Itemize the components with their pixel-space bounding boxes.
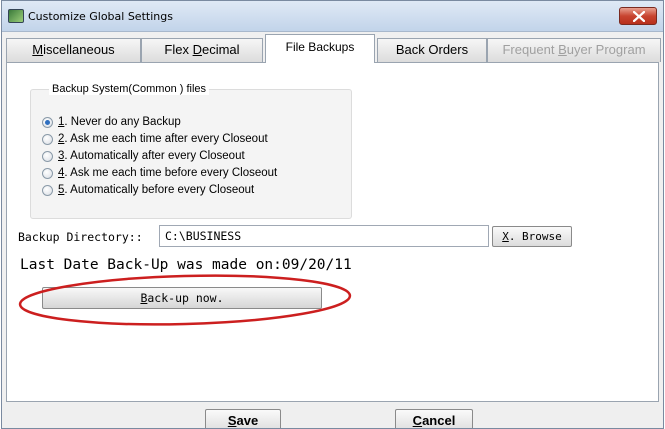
- window-title: Customize Global Settings: [28, 10, 173, 23]
- radio-option-2[interactable]: 2. Ask me each time after every Closeout: [42, 132, 268, 146]
- radio-button[interactable]: [42, 133, 53, 145]
- tab-strip: Miscellaneous Flex Decimal File Backups …: [6, 34, 661, 63]
- backup-now-button[interactable]: Back-up now.: [42, 287, 322, 309]
- radio-option-4[interactable]: 4. Ask me each time before every Closeou…: [42, 166, 277, 180]
- radio-option-3[interactable]: 3. Automatically after every Closeout: [42, 149, 245, 163]
- backup-directory-label: Backup Directory::: [18, 230, 143, 244]
- tab-back-orders[interactable]: Back Orders: [377, 38, 487, 62]
- group-title: Backup System(Common ) files: [49, 83, 210, 95]
- tab-miscellaneous[interactable]: Miscellaneous: [6, 38, 141, 62]
- tab-frequent-buyer-program: Frequent Buyer Program: [487, 38, 661, 62]
- close-button[interactable]: [619, 7, 657, 25]
- save-button[interactable]: Save: [205, 409, 281, 428]
- radio-button[interactable]: [42, 150, 53, 162]
- close-icon: [633, 11, 645, 22]
- radio-button[interactable]: [42, 116, 53, 128]
- radio-option-5[interactable]: 5. Automatically before every Closeout: [42, 183, 254, 197]
- title-bar[interactable]: Customize Global Settings: [2, 1, 663, 32]
- button-bar: [2, 403, 663, 428]
- radio-button[interactable]: [42, 167, 53, 179]
- last-backup-date: Last Date Back-Up was made on:09/20/11: [20, 257, 352, 273]
- app-icon: [8, 9, 24, 23]
- browse-button[interactable]: X. Browse: [492, 226, 572, 247]
- cancel-button[interactable]: Cancel: [395, 409, 473, 428]
- backup-directory-field[interactable]: C:\BUSINESS: [159, 225, 489, 247]
- radio-option-1[interactable]: 1. Never do any Backup: [42, 115, 181, 129]
- tab-file-backups[interactable]: File Backups: [265, 34, 375, 63]
- tab-flex-decimal[interactable]: Flex Decimal: [141, 38, 263, 62]
- dialog-window: Customize Global Settings Miscellaneous …: [1, 0, 664, 429]
- radio-button[interactable]: [42, 184, 53, 196]
